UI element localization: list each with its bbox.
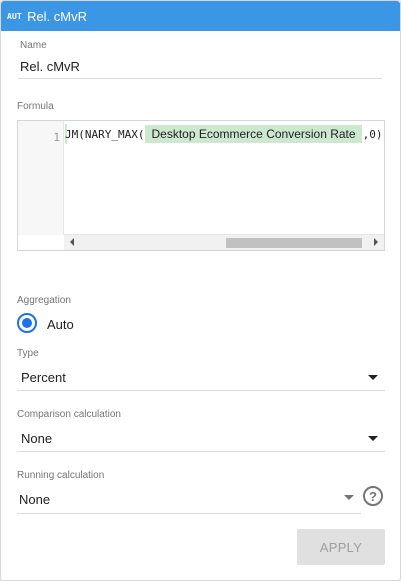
horizontal-scrollbar[interactable] <box>64 234 384 250</box>
comparison-dropdown-caret-icon[interactable] <box>368 436 378 441</box>
scrollbar-thumb[interactable] <box>226 238 362 248</box>
type-dropdown-caret-icon[interactable] <box>368 375 378 380</box>
line-number: 1 <box>53 131 60 144</box>
name-label: Name <box>20 40 47 51</box>
help-icon[interactable]: ? <box>363 486 383 506</box>
field-type-badge: AUT <box>7 12 23 21</box>
comparison-underline <box>17 451 385 452</box>
formula-text-after: ,0)) <box>362 127 384 141</box>
name-input[interactable]: Rel. cMvR <box>20 59 80 74</box>
name-underline <box>18 78 382 79</box>
radio-selected-dot <box>22 318 32 328</box>
apply-button[interactable]: APPLY <box>297 529 385 565</box>
aggregation-auto-radio[interactable] <box>17 313 37 333</box>
running-underline <box>17 513 361 514</box>
running-select[interactable]: None <box>19 492 50 507</box>
running-dropdown-caret-icon[interactable] <box>344 495 354 500</box>
type-select[interactable]: Percent <box>21 370 66 385</box>
panel-header: AUT Rel. cMvR <box>1 1 400 31</box>
running-label: Running calculation <box>17 470 105 481</box>
formula-label: Formula <box>17 101 54 112</box>
line-gutter: 1 <box>18 121 64 235</box>
scroll-right-arrow-icon[interactable] <box>374 238 378 246</box>
formula-text-before: JM(NARY_MAX( <box>65 127 145 141</box>
formula-editor[interactable]: 1 JM(NARY_MAX( Desktop Ecommerce Convers… <box>17 120 385 251</box>
field-chip[interactable]: Desktop Ecommerce Conversion Rate <box>145 125 362 143</box>
aggregation-label: Aggregation <box>17 295 71 306</box>
type-underline <box>17 390 385 391</box>
calculated-field-panel: AUT Rel. cMvR Name Rel. cMvR Formula 1 J… <box>0 0 401 581</box>
panel-title: Rel. cMvR <box>27 8 88 24</box>
aggregation-option-label[interactable]: Auto <box>47 317 74 332</box>
comparison-select[interactable]: None <box>21 431 52 446</box>
formula-line: JM(NARY_MAX( Desktop Ecommerce Conversio… <box>65 124 384 144</box>
formula-code-area[interactable]: JM(NARY_MAX( Desktop Ecommerce Conversio… <box>65 121 384 235</box>
scroll-left-arrow-icon[interactable] <box>70 238 74 246</box>
type-label: Type <box>17 348 39 359</box>
comparison-label: Comparison calculation <box>17 409 121 420</box>
